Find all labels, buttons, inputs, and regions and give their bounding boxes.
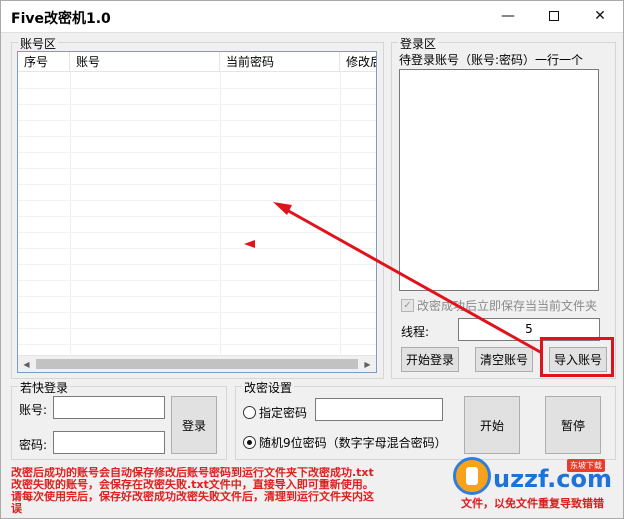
quick-login-account-label: 账号: [19,403,48,417]
close-icon: ✕ [594,8,606,24]
minimize-icon: — [501,8,515,24]
row-divider [18,200,376,201]
row-divider [18,232,376,233]
random-password-option[interactable]: 随机9位密码（数字字母混合密码） [243,434,447,451]
accounts-table[interactable]: 序号 账号 当前密码 修改后 ◀ ▶ [17,51,377,373]
specified-password-label: 指定密码 [259,406,308,420]
auto-save-checkbox-row[interactable]: ✓ 改密成功后立即保存当当前文件夹 [401,297,597,313]
row-divider [18,136,376,137]
login-hint: 待登录账号（账号:密码）一行一个 [399,53,584,67]
quick-login-title: 若快登录 [18,379,71,396]
row-divider [18,248,376,249]
column-header-current-password[interactable]: 当前密码 [220,52,340,72]
row-divider [18,168,376,169]
horizontal-scrollbar[interactable]: ◀ ▶ [18,355,376,372]
login-group-title: 登录区 [398,35,439,52]
pending-accounts-textarea[interactable] [399,69,599,291]
title-bar: Five改密机1.0 — ✕ [1,1,623,33]
row-divider [18,344,376,345]
watermark-badge: 东坡下载 [567,459,605,472]
quick-login-password-label: 密码: [19,438,48,452]
specified-password-option[interactable]: 指定密码 [243,404,307,421]
start-button[interactable]: 开始 [464,396,520,454]
row-divider [18,296,376,297]
scroll-left-icon[interactable]: ◀ [18,356,35,372]
maximize-button[interactable] [531,1,577,31]
quick-login-button[interactable]: 登录 [171,396,217,454]
close-button[interactable]: ✕ [577,1,623,31]
maximize-icon [549,11,559,21]
column-header-new-password[interactable]: 修改后 [340,52,376,72]
note-line: 请每次使用完后，保存好改密成功改密失败文件后，清理到运行文件夹内这 [11,491,374,503]
specified-password-input[interactable] [315,398,443,421]
row-divider [18,88,376,89]
auto-save-checkbox[interactable]: ✓ [401,298,414,312]
logo-emblem-icon [453,457,491,495]
note-line: 改密失败的账号，会保存在改密失败.txt文件中，直接导入即可重新使用。 [11,479,374,491]
threads-value: 5 [525,322,533,336]
accounts-group-title: 账号区 [18,35,59,52]
password-settings-title: 改密设置 [242,379,295,396]
row-divider [18,264,376,265]
note-fragment: 文件，以免文件重复导致错错 [461,497,604,510]
pause-button[interactable]: 暂停 [545,396,601,454]
row-divider [18,312,376,313]
window-title: Five改密机1.0 [11,11,111,27]
quick-login-password-input[interactable] [53,431,165,454]
row-divider [18,184,376,185]
quick-login-account-input[interactable] [53,396,165,419]
row-divider [18,152,376,153]
clear-accounts-button[interactable]: 清空账号 [475,347,533,372]
row-divider [18,120,376,121]
notes-block: 改密后成功的账号会自动保存修改后账号密码到运行文件夹下改密成功.txt 改密失败… [11,467,451,515]
scroll-right-icon[interactable]: ▶ [359,356,376,372]
column-header-index[interactable]: 序号 [18,52,70,72]
highlight-box [540,337,614,377]
random-password-label: 随机9位密码（数字字母混合密码） [259,436,447,450]
note-line: 误 [11,503,22,515]
threads-label: 线程: [401,325,430,339]
start-login-button[interactable]: 开始登录 [401,347,459,372]
minimize-button[interactable]: — [485,1,531,31]
table-header: 序号 账号 当前密码 修改后 [18,52,376,72]
scrollbar-thumb[interactable] [36,359,358,369]
column-header-account[interactable]: 账号 [70,52,220,72]
app-window: Five改密机1.0 — ✕ 账号区 序号 账号 当前密码 修改后 [0,0,624,519]
auto-save-label: 改密成功后立即保存当当前文件夹 [417,298,598,313]
watermark-logo: uzzf.com 东坡下载 [453,457,623,497]
row-divider [18,280,376,281]
row-divider [18,104,376,105]
note-line: 改密后成功的账号会自动保存修改后账号密码到运行文件夹下改密成功.txt [11,467,374,479]
specified-password-radio[interactable] [243,406,256,419]
row-divider [18,328,376,329]
random-password-radio[interactable] [243,436,256,449]
row-divider [18,216,376,217]
